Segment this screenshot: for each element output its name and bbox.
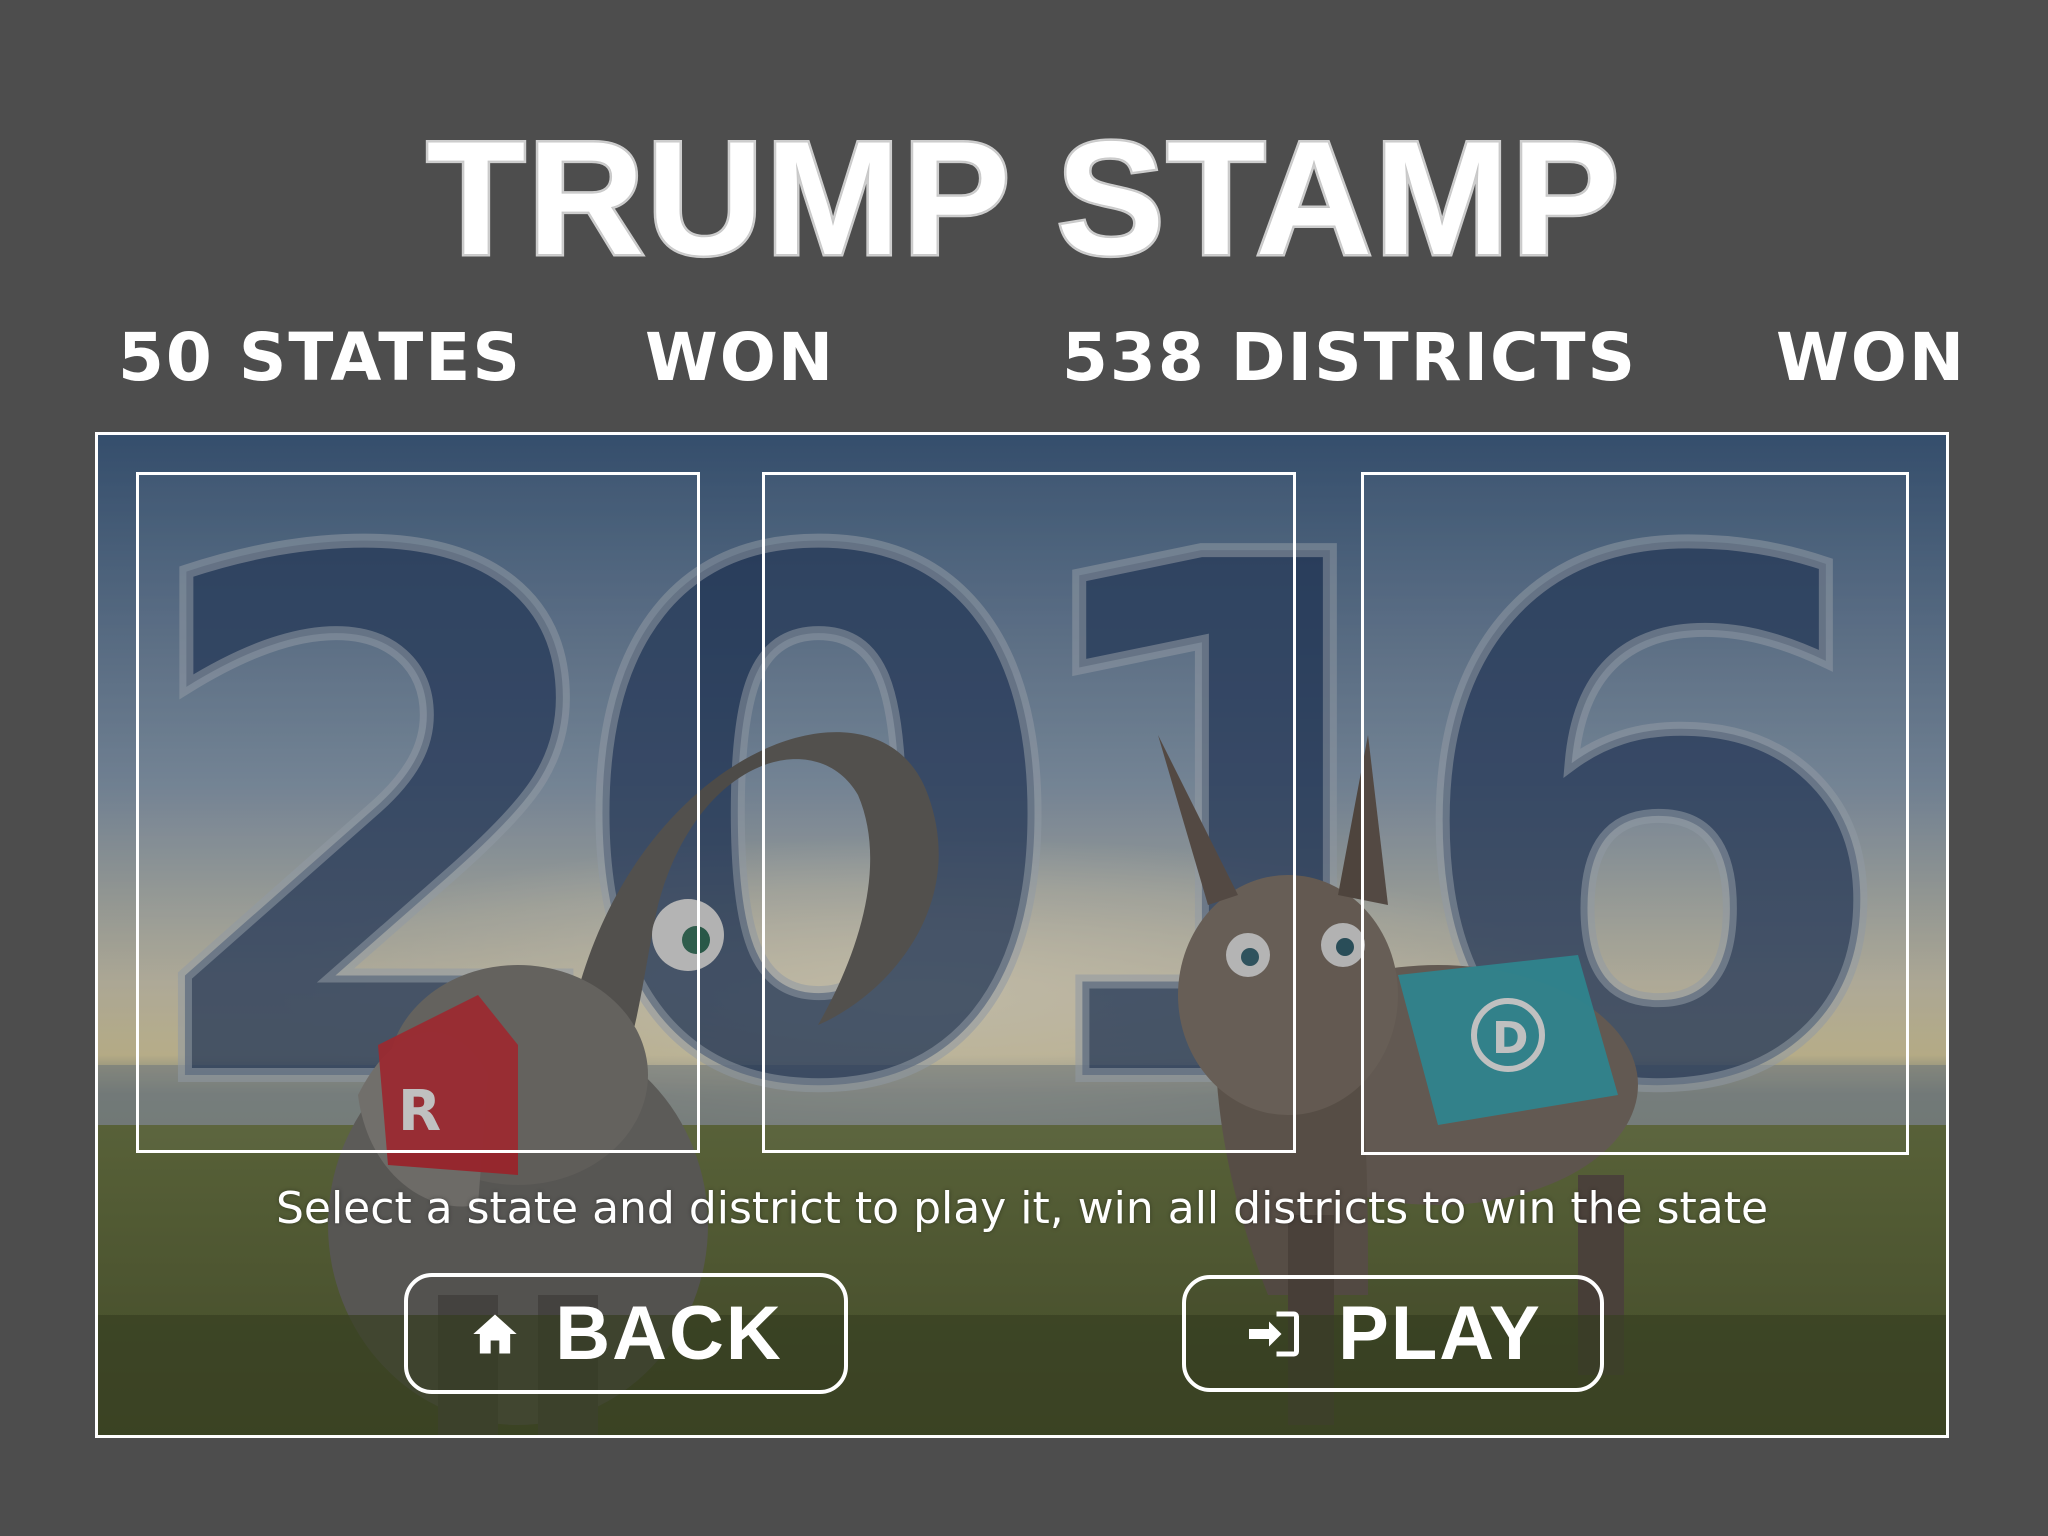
districts-select-panel[interactable] [762, 472, 1296, 1153]
game-title: TRUMP STAMP [424, 108, 1622, 289]
home-icon [469, 1308, 521, 1360]
state-detail-panel[interactable] [1361, 472, 1909, 1155]
back-button-label: BACK [555, 1291, 783, 1376]
play-button-label: PLAY [1338, 1291, 1542, 1376]
back-button[interactable]: BACK [404, 1273, 848, 1394]
districts-won-label: WON [1776, 319, 1967, 396]
states-select-panel[interactable] [136, 472, 700, 1153]
districts-count-label: 538 DISTRICTS [1062, 319, 1638, 396]
states-won-label: WON [645, 319, 836, 396]
states-count-label: 50 STATES [118, 319, 522, 396]
game-stage: 2 0 1 6 R D Select a state and district … [95, 432, 1949, 1438]
play-button[interactable]: PLAY [1182, 1275, 1604, 1392]
instruction-text: Select a state and district to play it, … [275, 1183, 1769, 1234]
login-icon [1244, 1304, 1304, 1364]
